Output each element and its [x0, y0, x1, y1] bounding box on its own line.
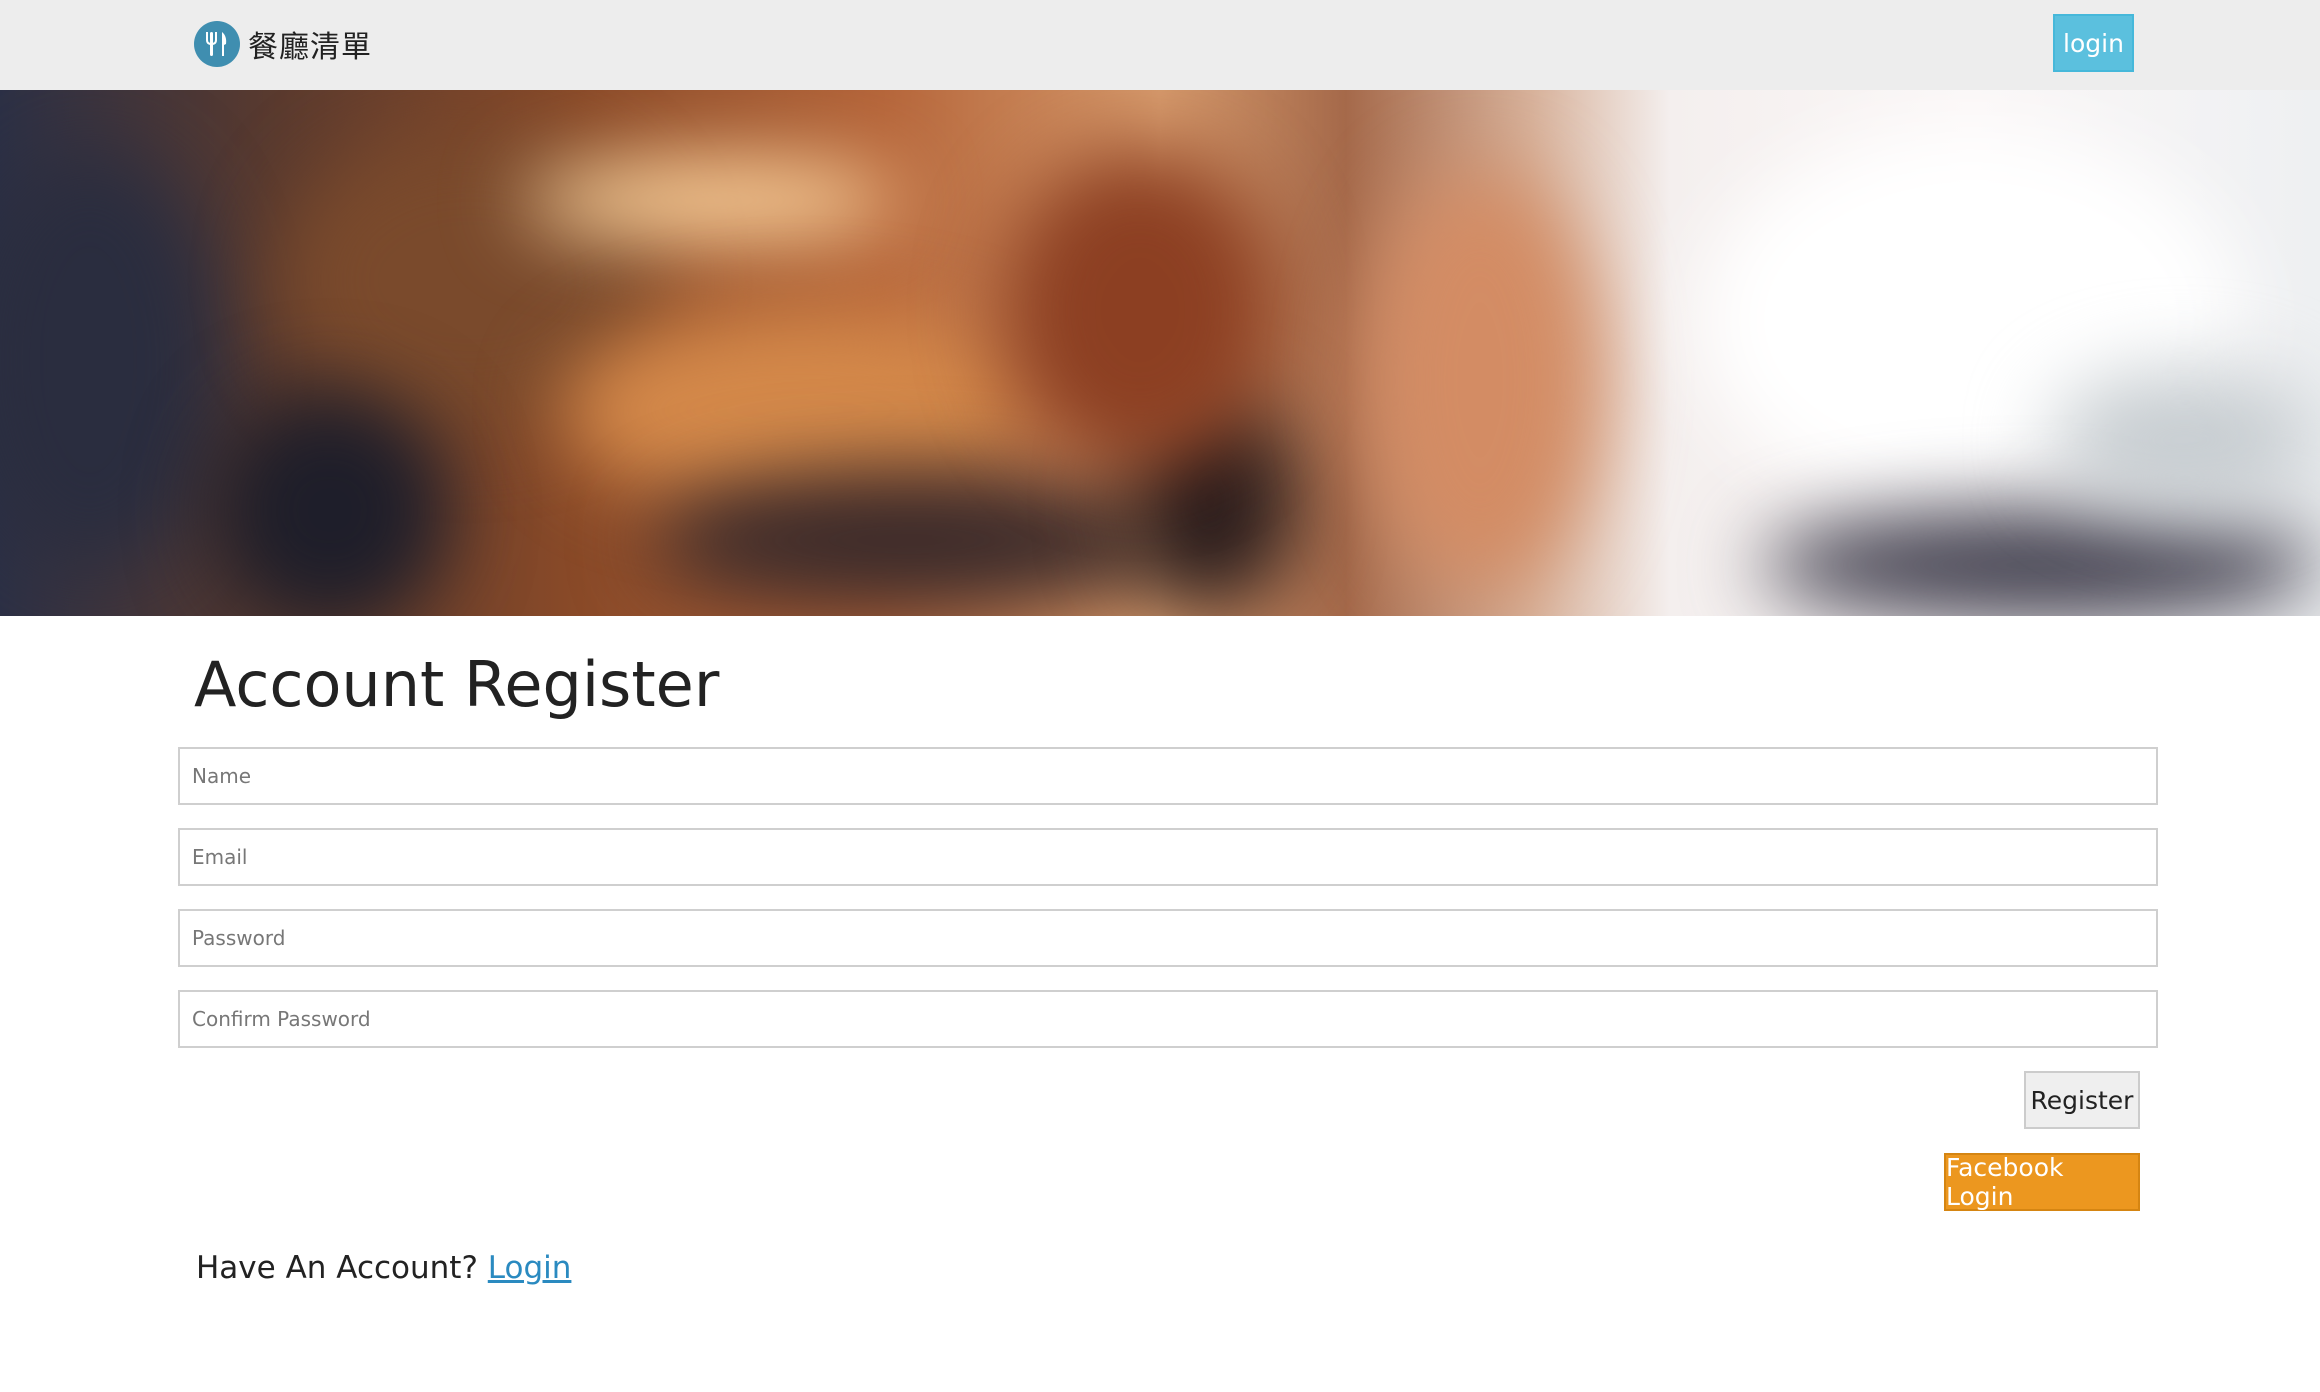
- have-account-text: Have An Account?: [196, 1250, 478, 1286]
- top-navbar: 餐廳清單 login: [0, 0, 2320, 90]
- hero-blob: [1000, 150, 1280, 470]
- page-title: Account Register: [194, 648, 720, 721]
- facebook-login-button[interactable]: Facebook Login: [1944, 1153, 2140, 1211]
- register-button[interactable]: Register: [2024, 1071, 2140, 1129]
- name-field[interactable]: [178, 747, 2158, 805]
- brand-name: 餐廳清單: [248, 30, 372, 65]
- hero-banner-image: [0, 90, 2320, 616]
- hero-blob: [1360, 170, 1600, 590]
- nav-login-button[interactable]: login: [2053, 14, 2134, 72]
- hero-blob: [210, 390, 450, 616]
- brand[interactable]: 餐廳清單: [194, 20, 372, 68]
- hero-blob: [650, 470, 1170, 610]
- confirm-password-field[interactable]: [178, 990, 2158, 1048]
- hero-blob: [520, 160, 900, 240]
- have-account-prompt: Have An Account? Login: [196, 1250, 571, 1286]
- password-field[interactable]: [178, 909, 2158, 967]
- login-link[interactable]: Login: [488, 1250, 572, 1286]
- email-field[interactable]: [178, 828, 2158, 886]
- fork-knife-icon: [194, 21, 240, 67]
- hero-blob: [1760, 510, 2320, 616]
- hero-blob: [0, 150, 220, 570]
- hero-blob: [2050, 370, 2320, 510]
